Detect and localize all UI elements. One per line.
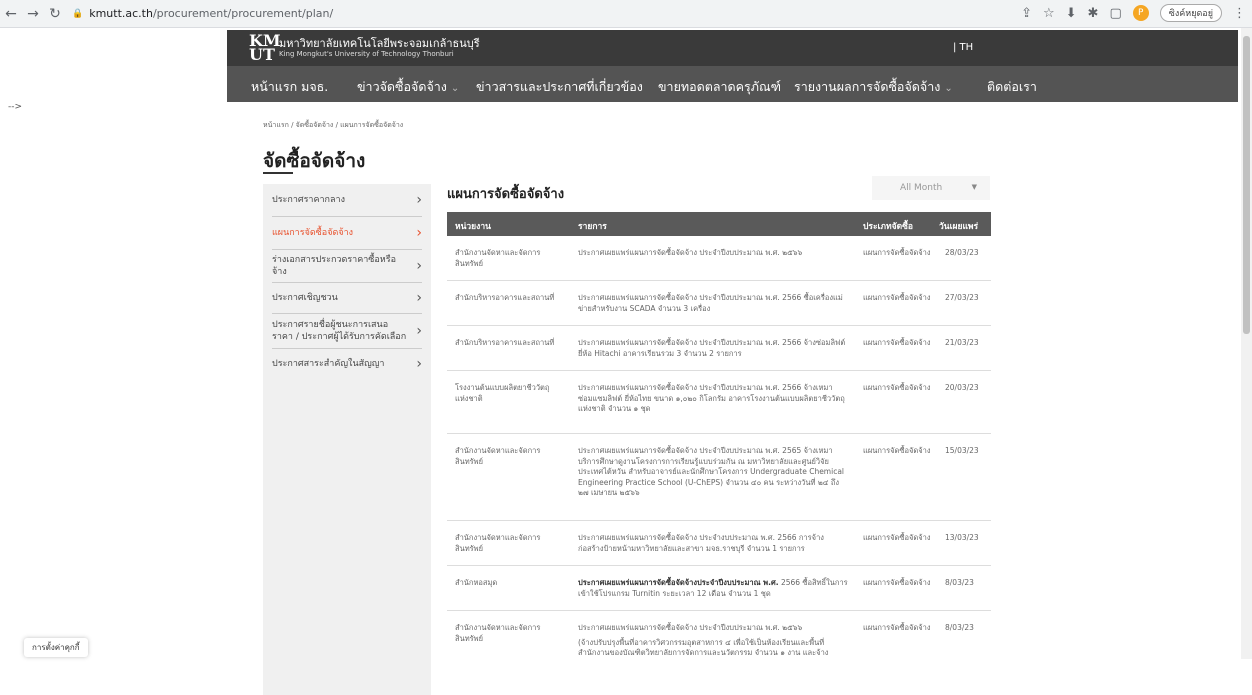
- nav-home[interactable]: หน้าแรก มจธ.: [251, 77, 328, 97]
- extensions-icon[interactable]: ✱: [1088, 6, 1099, 21]
- sidebar-item-winners[interactable]: ประกาศรายชื่อผู้ชนะการเสนอราคา / ประกาศผ…: [272, 314, 422, 349]
- main-nav: หน้าแรก มจธ. ข่าวจัดซื้อจัดจ้าง ⌄ ข่าวสาร…: [227, 66, 1238, 102]
- sidebar-item-median-price[interactable]: ประกาศราคากลาง ›: [272, 184, 422, 217]
- title-underline: [263, 172, 293, 174]
- nav-auction[interactable]: ขายทอดตลาดครุภัณฑ์: [658, 77, 781, 97]
- logo-english-name: King Mongkut's University of Technology …: [279, 50, 454, 58]
- download-icon[interactable]: ⬇: [1066, 6, 1077, 21]
- logo-mark: KM UT: [249, 31, 281, 64]
- lock-icon: 🔒: [72, 8, 84, 19]
- browser-toolbar: ← → ↻ 🔒 kmutt.ac.th/procurement/procurem…: [0, 0, 1252, 28]
- scrollbar-thumb[interactable]: [1243, 36, 1250, 334]
- table-header: หน่วยงาน รายการ ประเภทจัดซื้อ วันเผยแพร่: [447, 212, 991, 236]
- breadcrumb[interactable]: หน้าแรก / จัดซื้อจัดจ้าง / แผนการจัดซื้อ…: [263, 120, 403, 131]
- sidebar: ประกาศราคากลาง › แผนการจัดซื้อจัดจ้าง › ร่…: [263, 184, 431, 695]
- nav-procurement-news[interactable]: ข่าวจัดซื้อจัดจ้าง ⌄: [357, 77, 459, 97]
- nav-contact[interactable]: ติดต่อเรา: [987, 77, 1037, 97]
- menu-kebab-icon[interactable]: ⋮: [1233, 6, 1246, 21]
- sidebar-item-tor-draft[interactable]: ร่างเอกสารประกวดราคาซื้อหรือจ้าง ›: [272, 250, 422, 283]
- header-item: รายการ: [578, 222, 607, 232]
- bookmark-star-icon[interactable]: ☆: [1043, 6, 1055, 21]
- sidepanel-icon[interactable]: ▢: [1109, 6, 1121, 21]
- url-path: /procurement/procurement/plan/: [152, 7, 334, 20]
- table-row[interactable]: สำนักงานจัดหาและจัดการสินทรัพย์ ประกาศเผ…: [447, 521, 991, 566]
- university-logo[interactable]: KM UT มหาวิทยาลัยเทคโนโลยีพระจอมเกล้าธนบ…: [249, 31, 480, 64]
- language-switch[interactable]: | TH: [953, 42, 973, 53]
- header-date: วันเผยแพร่: [939, 222, 979, 232]
- table-row[interactable]: สำนักบริหารอาคารและสถานที่ ประกาศเผยแพร่…: [447, 281, 991, 326]
- address-bar[interactable]: 🔒 kmutt.ac.th/procurement/procurement/pl…: [72, 7, 333, 20]
- sidebar-item-procurement-plan[interactable]: แผนการจัดซื้อจัดจ้าง ›: [272, 217, 422, 250]
- site-header: KM UT มหาวิทยาลัยเทคโนโลยีพระจอมเกล้าธนบ…: [227, 30, 1238, 66]
- header-unit: หน่วยงาน: [455, 222, 491, 232]
- chevron-down-icon: ⌄: [944, 83, 953, 94]
- url-host: kmutt.ac.th: [89, 7, 153, 20]
- chevron-right-icon: ›: [416, 356, 422, 372]
- sidebar-item-invitation[interactable]: ประกาศเชิญชวน ›: [272, 283, 422, 314]
- nav-related-news[interactable]: ข่าวสารและประกาศที่เกี่ยวข้อง: [476, 77, 643, 97]
- header-type: ประเภทจัดซื้อ: [863, 222, 914, 232]
- nav-report[interactable]: รายงานผลการจัดซื้อจัดจ้าง ⌄: [794, 77, 953, 97]
- reload-icon[interactable]: ↻: [44, 0, 66, 28]
- chevron-right-icon: ›: [416, 258, 422, 274]
- forward-icon[interactable]: →: [22, 0, 44, 28]
- table-row[interactable]: สำนักบริหารอาคารและสถานที่ ประกาศเผยแพร่…: [447, 326, 991, 371]
- section-title: แผนการจัดซื้อจัดจ้าง: [447, 187, 565, 202]
- table-row[interactable]: โรงงานต้นแบบผลิตยาชีววัตถุแห่งชาติ ประกา…: [447, 371, 991, 434]
- sidebar-item-contract-summary[interactable]: ประกาศสาระสำคัญในสัญญา ›: [272, 349, 422, 379]
- page-scrollbar[interactable]: [1241, 28, 1252, 659]
- sync-paused-button[interactable]: ซิงค์หยุดอยู่: [1159, 4, 1222, 22]
- table-row[interactable]: สำนักงานจัดหาและจัดการสินทรัพย์ ประกาศเผ…: [447, 611, 991, 659]
- cookie-settings-button[interactable]: การตั้งค่าคุกกี้: [24, 638, 88, 657]
- logo-thai-name: มหาวิทยาลัยเทคโนโลยีพระจอมเกล้าธนบุรี: [279, 37, 480, 50]
- table-row[interactable]: สำนักงานจัดหาและจัดการสินทรัพย์ ประกาศเผ…: [447, 434, 991, 521]
- table-row[interactable]: สำนักหอสมุด ประกาศเผยแพร่แผนการจัดซื้อจั…: [447, 566, 991, 611]
- profile-avatar[interactable]: P: [1132, 5, 1149, 21]
- stray-comment-text: -->: [8, 102, 23, 112]
- chevron-right-icon: ›: [416, 225, 422, 241]
- table-row[interactable]: สำนักงานจัดหาและจัดการสินทรัพย์ ประกาศเผ…: [447, 236, 991, 281]
- share-icon[interactable]: ⇪: [1021, 6, 1032, 21]
- chevron-right-icon: ›: [416, 323, 422, 339]
- chevron-down-icon: ⌄: [450, 83, 460, 94]
- month-filter-select[interactable]: All Month ▼: [872, 176, 990, 200]
- chevron-right-icon: ›: [416, 192, 422, 208]
- caret-down-icon: ▼: [971, 183, 977, 191]
- chevron-right-icon: ›: [416, 290, 422, 306]
- back-icon[interactable]: ←: [0, 0, 22, 28]
